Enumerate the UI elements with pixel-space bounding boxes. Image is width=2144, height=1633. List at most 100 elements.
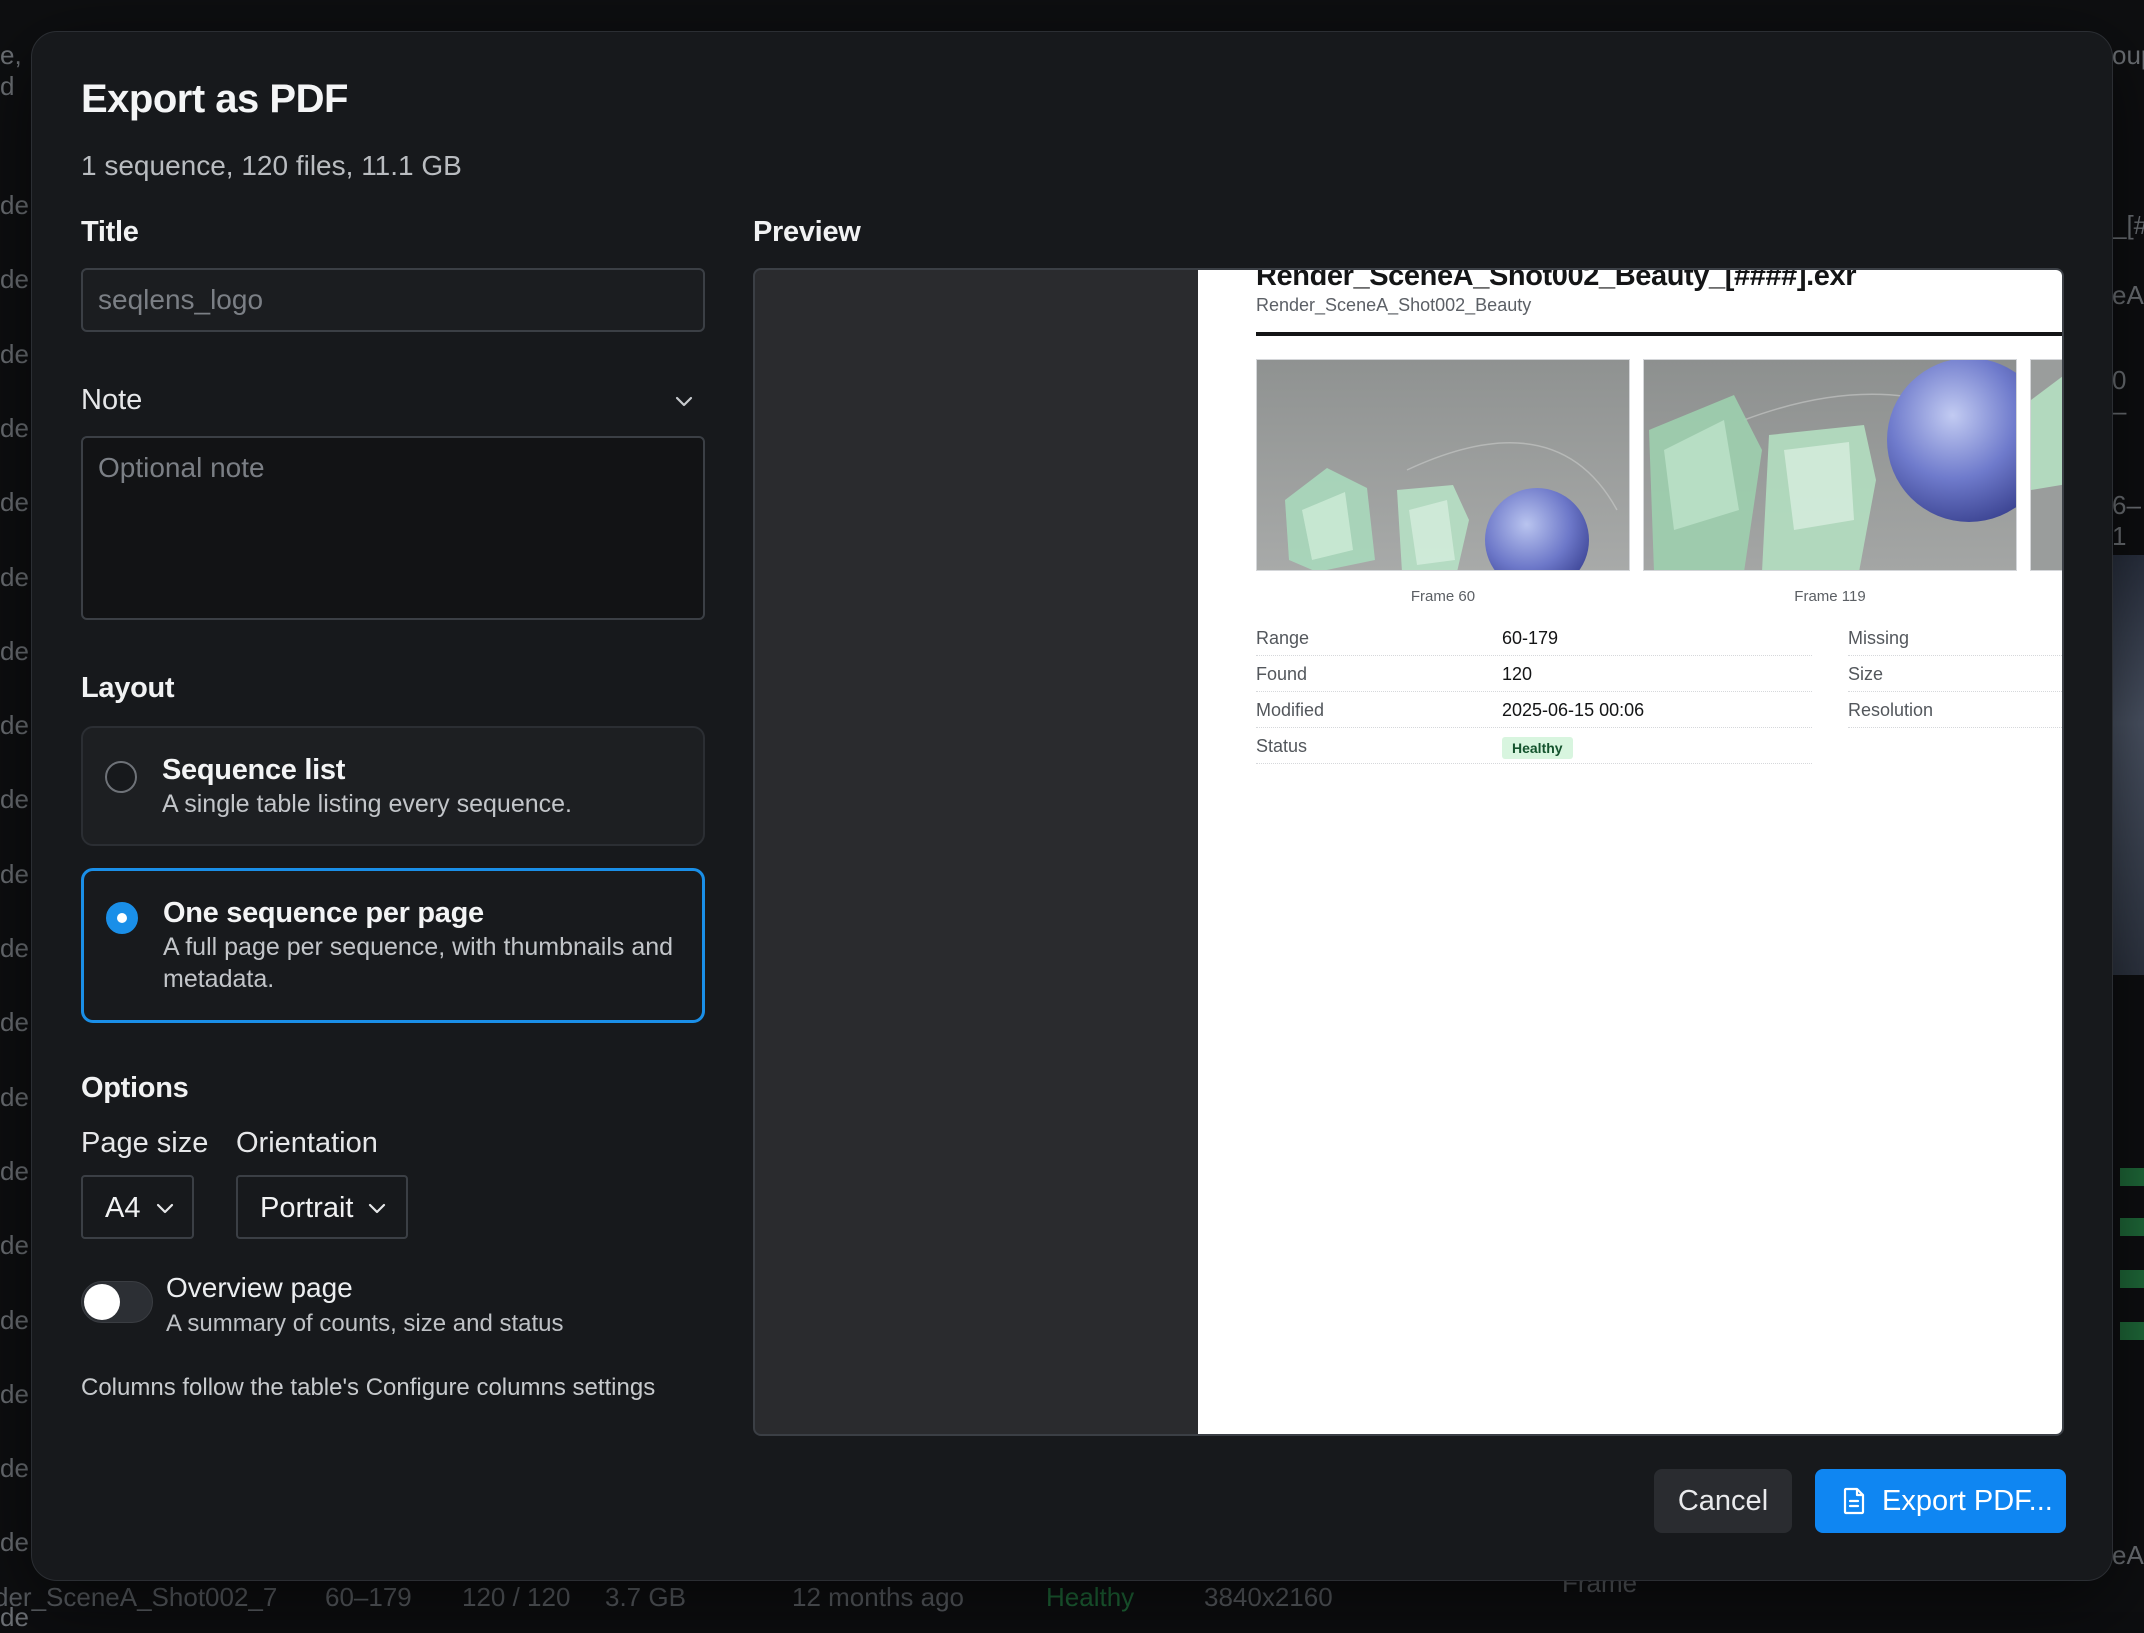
- overview-page-description: A summary of counts, size and status: [166, 1310, 564, 1337]
- bg-cell-name: der_SceneA_Shot002_7: [0, 1582, 278, 1612]
- background-frame-bar: [2120, 1168, 2144, 1186]
- pdf-preview[interactable]: Render_SceneA_Shot002_Beauty_[####].exr …: [753, 268, 2064, 1436]
- background-row-text: de: [0, 933, 29, 963]
- background-row-text: de: [0, 1230, 29, 1261]
- background-row-text: de: [0, 561, 29, 592]
- radio-one-per-page[interactable]: [106, 902, 138, 934]
- page-size-select[interactable]: A4: [81, 1175, 194, 1239]
- cancel-button[interactable]: Cancel: [1654, 1469, 1792, 1533]
- layout-option-description: A full page per sequence, with thumbnail…: [163, 933, 674, 993]
- layout-option-description: A single table listing every sequence.: [162, 790, 572, 818]
- background-frame-bar: [2120, 1322, 2144, 1340]
- background-row-text: de: [0, 1081, 29, 1112]
- thumbnail-caption: Frame 119: [1794, 588, 1866, 605]
- export-button-label: Export PDF...: [1882, 1485, 2053, 1517]
- meta-row-resolution: Resolution: [1848, 692, 2062, 728]
- layout-option-title: Sequence list: [162, 754, 346, 786]
- meta-value: 60-179: [1502, 628, 1559, 648]
- meta-key: Found: [1256, 664, 1308, 684]
- meta-key: Modified: [1256, 700, 1325, 720]
- bg-cell-range: 60–179: [325, 1582, 412, 1612]
- background-row-text: de: [0, 338, 29, 369]
- options-label: Options: [81, 1072, 189, 1104]
- orientation-value: Portrait: [260, 1192, 354, 1224]
- layout-option-one-per-page[interactable]: One sequence per page A full page per se…: [81, 868, 705, 1023]
- note-textarea[interactable]: [81, 436, 705, 620]
- preview-label: Preview: [753, 216, 861, 248]
- radio-sequence-list[interactable]: [105, 761, 137, 793]
- background-row-text: de: [0, 784, 29, 815]
- meta-key: Status: [1256, 736, 1308, 756]
- orientation-select[interactable]: Portrait: [236, 1175, 408, 1239]
- meta-row-status: Status Healthy: [1256, 728, 1812, 764]
- background-row-text: 0 –: [2112, 365, 2127, 426]
- orientation-label: Orientation: [236, 1127, 378, 1159]
- background-frame-bar: [2120, 1270, 2144, 1288]
- status-badge: Healthy: [1502, 737, 1573, 759]
- background-row-text: de: [0, 1155, 29, 1186]
- background-row-text: eA: [2112, 280, 2144, 310]
- background-row-text: de: [0, 412, 29, 443]
- dialog-title: Export as PDF: [81, 77, 348, 121]
- thumbnail-caption: Frame 60: [1410, 588, 1476, 605]
- preview-page-title: Render_SceneA_Shot002_Beauty_[####].exr: [1256, 270, 1857, 292]
- bg-cell-found: 120 / 120: [462, 1582, 571, 1612]
- meta-row-size: Size: [1848, 656, 2062, 692]
- background-row-text: e, d: [0, 40, 22, 101]
- background-preview-image: [2112, 555, 2144, 975]
- background-frame-bar: [2120, 1218, 2144, 1236]
- chevron-down-icon[interactable]: [672, 390, 696, 414]
- background-row-text: de: [0, 264, 29, 295]
- meta-key: Size: [1848, 664, 1884, 684]
- export-pdf-dialog: Export as PDF 1 sequence, 120 files, 11.…: [31, 31, 2113, 1581]
- thumbnail-frame-60: [1256, 359, 1630, 571]
- layout-option-sequence-list[interactable]: Sequence list A single table listing eve…: [81, 726, 705, 846]
- meta-row-missing: Missing: [1848, 620, 2062, 656]
- background-row-text: de: [0, 1378, 29, 1409]
- preview-page: Render_SceneA_Shot002_Beauty_[####].exr …: [1198, 270, 2062, 1434]
- thumbnail-frame-119: [1643, 359, 2017, 571]
- layout-option-title: One sequence per page: [163, 897, 484, 929]
- chevron-down-icon: [368, 1203, 386, 1214]
- background-row-text: 6–1: [2112, 490, 2141, 551]
- preview-page-subtitle: Render_SceneA_Shot002_Beauty: [1256, 295, 1532, 315]
- preview-divider: [1256, 332, 2062, 336]
- meta-key: Resolution: [1848, 700, 1934, 720]
- bg-cell-resolution: 3840x2160: [1204, 1582, 1333, 1612]
- background-row-text: de: [0, 1527, 29, 1558]
- background-row-text: _[#: [2112, 210, 2144, 240]
- background-table-row: der_SceneA_Shot002_7 60–179 120 / 120 3.…: [0, 1568, 2144, 1612]
- meta-key: Missing: [1848, 628, 1910, 648]
- layout-label: Layout: [81, 672, 175, 704]
- title-label: Title: [81, 216, 139, 248]
- note-label: Note: [81, 384, 143, 416]
- title-input[interactable]: [81, 268, 705, 332]
- background-row-text: eA: [2112, 1540, 2144, 1570]
- background-row-text: de: [0, 1304, 29, 1335]
- bg-cell-size: 3.7 GB: [605, 1582, 686, 1612]
- bg-cell-modified: 12 months ago: [792, 1582, 965, 1612]
- background-row-text: de: [0, 1007, 29, 1038]
- meta-key: Range: [1256, 628, 1310, 648]
- bg-cell-status: Healthy: [1046, 1582, 1135, 1612]
- export-pdf-button[interactable]: Export PDF...: [1815, 1469, 2066, 1533]
- thumbnail-partial: [2030, 359, 2062, 571]
- dialog-subtitle: 1 sequence, 120 files, 11.1 GB: [81, 150, 462, 181]
- meta-row-range: Range 60-179: [1256, 620, 1812, 656]
- meta-value: 120: [1502, 664, 1533, 684]
- background-table-column: e, d de de de de de de de de de de de de de de de de de de…: [0, 40, 32, 1632]
- overview-page-toggle[interactable]: [81, 1281, 153, 1323]
- meta-value: 2025-06-15 00:06: [1502, 700, 1645, 720]
- background-row-text: oup: [2112, 40, 2144, 70]
- background-row-text: de: [0, 858, 29, 889]
- toggle-knob: [84, 1284, 120, 1320]
- meta-row-found: Found 120: [1256, 656, 1812, 692]
- meta-row-modified: Modified 2025-06-15 00:06: [1256, 692, 1812, 728]
- background-row-text: de: [0, 190, 29, 220]
- background-row-text: de: [0, 710, 29, 741]
- background-row-text: de: [0, 1453, 29, 1484]
- document-icon: [1843, 1487, 1865, 1515]
- page-size-label: Page size: [81, 1127, 209, 1159]
- page-size-value: A4: [105, 1192, 141, 1224]
- background-row-text: de: [0, 487, 29, 518]
